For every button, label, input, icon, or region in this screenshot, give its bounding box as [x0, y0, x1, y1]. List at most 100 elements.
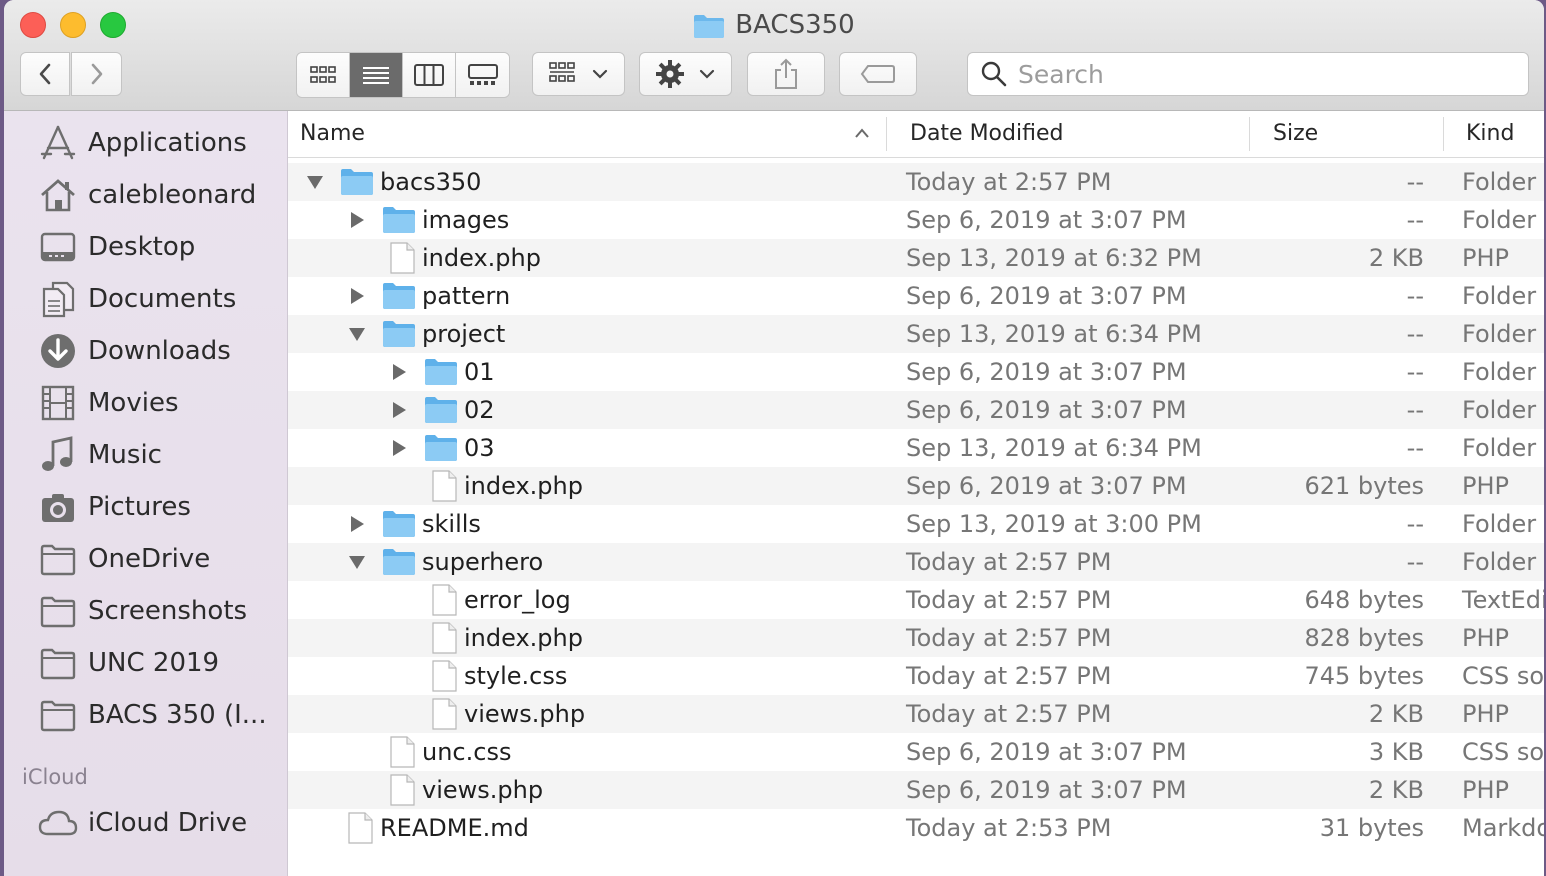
table-row[interactable]: skills Sep 13, 2019 at 3:00 PM -- Folder — [288, 505, 1544, 543]
table-row[interactable]: unc.css Sep 6, 2019 at 3:07 PM 3 KB CSS so — [288, 733, 1544, 771]
disclosure-expanded-icon[interactable] — [348, 325, 366, 343]
gallery-view-button[interactable] — [456, 53, 509, 97]
file-name: style.css — [464, 662, 568, 690]
table-row[interactable]: views.php Sep 6, 2019 at 3:07 PM 2 KB PHP — [288, 771, 1544, 809]
file-kind: Folder — [1462, 358, 1537, 386]
sidebar-item-calebleonard[interactable]: calebleonard — [4, 173, 287, 217]
cloud-icon — [38, 803, 78, 843]
file-size: 2 KB — [1368, 244, 1424, 272]
file-date-modified: Today at 2:53 PM — [906, 814, 1112, 842]
table-row[interactable]: 03 Sep 13, 2019 at 6:34 PM -- Folder — [288, 429, 1544, 467]
documents-icon — [38, 279, 78, 319]
file-size: -- — [1406, 358, 1424, 386]
column-header-name[interactable]: Name — [300, 111, 365, 157]
sidebar-item-screenshots[interactable]: Screenshots — [4, 589, 287, 633]
table-row[interactable]: 02 Sep 6, 2019 at 3:07 PM -- Folder — [288, 391, 1544, 429]
file-date-modified: Sep 13, 2019 at 3:00 PM — [906, 510, 1202, 538]
file-name: project — [422, 320, 506, 348]
table-row[interactable]: superhero Today at 2:57 PM -- Folder — [288, 543, 1544, 581]
grid-icon — [310, 66, 336, 83]
file-kind: CSS so — [1462, 662, 1544, 690]
file-icon — [430, 622, 464, 654]
group-by-button[interactable] — [532, 52, 625, 96]
disclosure-collapsed-icon[interactable] — [348, 211, 366, 229]
column-header-size[interactable]: Size — [1273, 111, 1318, 157]
sidebar-item-pictures[interactable]: Pictures — [4, 485, 287, 529]
file-kind: Folder — [1462, 168, 1537, 196]
table-row[interactable]: bacs350 Today at 2:57 PM -- Folder — [288, 163, 1544, 201]
folder-icon — [424, 394, 458, 426]
table-row[interactable]: README.md Today at 2:53 PM 31 bytes Markdo — [288, 809, 1544, 847]
file-kind: PHP — [1462, 700, 1509, 728]
icon-view-button[interactable] — [297, 53, 350, 97]
sidebar-item-movies[interactable]: Movies — [4, 381, 287, 425]
folder-icon — [694, 14, 725, 38]
disclosure-collapsed-icon[interactable] — [390, 363, 408, 381]
table-row[interactable]: images Sep 6, 2019 at 3:07 PM -- Folder — [288, 201, 1544, 239]
pictures-icon — [38, 487, 78, 527]
folder-icon — [382, 508, 416, 540]
sidebar-item-applications[interactable]: Applications — [4, 121, 287, 165]
finder-window: BACS350 Search Applications calebleonard… — [4, 0, 1544, 876]
column-header-kind[interactable]: Kind — [1466, 111, 1514, 157]
sidebar-item-desktop[interactable]: Desktop — [4, 225, 287, 269]
sidebar-item-downloads[interactable]: Downloads — [4, 329, 287, 373]
view-mode-control — [296, 52, 510, 98]
list-view-button[interactable] — [350, 53, 403, 97]
table-row[interactable]: index.php Sep 6, 2019 at 3:07 PM 621 bytes… — [288, 467, 1544, 505]
sidebar-item-unc-2019[interactable]: UNC 2019 — [4, 641, 287, 685]
back-button[interactable] — [20, 52, 70, 96]
disclosure-expanded-icon[interactable] — [306, 173, 324, 191]
disclosure-expanded-icon[interactable] — [348, 553, 366, 571]
folder-icon — [340, 166, 374, 198]
sidebar-section-heading: iCloud — [22, 765, 88, 789]
action-menu-button[interactable] — [639, 52, 732, 96]
disclosure-collapsed-icon[interactable] — [348, 287, 366, 305]
search-field[interactable] — [967, 52, 1529, 96]
sidebar-item-onedrive[interactable]: OneDrive — [4, 537, 287, 581]
music-icon — [38, 435, 78, 475]
sidebar-item-label: Screenshots — [88, 596, 248, 626]
disclosure-collapsed-icon[interactable] — [390, 401, 408, 419]
sidebar-item-music[interactable]: Music — [4, 433, 287, 477]
table-row[interactable]: style.css Today at 2:57 PM 745 bytes CSS so — [288, 657, 1544, 695]
file-kind: TextEdi — [1462, 586, 1544, 614]
file-date-modified: Today at 2:57 PM — [906, 624, 1112, 652]
table-row[interactable]: index.php Today at 2:57 PM 828 bytes PHP — [288, 619, 1544, 657]
file-size: 31 bytes — [1319, 814, 1424, 842]
share-button[interactable] — [747, 52, 825, 96]
chevron-right-icon — [91, 63, 102, 85]
sidebar-item-bacs-350[interactable]: BACS 350 (I... — [4, 693, 287, 737]
table-row[interactable]: index.php Sep 13, 2019 at 6:32 PM 2 KB PHP — [288, 239, 1544, 277]
sidebar-item-icloud-drive[interactable]: iCloud Drive — [4, 801, 287, 845]
folder-icon — [38, 695, 78, 735]
folder-icon — [382, 546, 416, 578]
table-row[interactable]: project Sep 13, 2019 at 6:34 PM -- Folder — [288, 315, 1544, 353]
desktop-icon — [38, 227, 78, 267]
chevron-down-icon — [699, 69, 714, 79]
sidebar-item-label: Documents — [88, 284, 237, 314]
column-view-button[interactable] — [403, 53, 456, 97]
forward-button[interactable] — [71, 52, 122, 96]
tags-button[interactable] — [839, 52, 917, 96]
folder-icon — [424, 356, 458, 388]
disclosure-collapsed-icon[interactable] — [390, 439, 408, 457]
file-name: unc.css — [422, 738, 512, 766]
file-name: views.php — [464, 700, 586, 728]
file-size: 3 KB — [1368, 738, 1424, 766]
column-header-date[interactable]: Date Modified — [910, 111, 1063, 157]
table-row[interactable]: pattern Sep 6, 2019 at 3:07 PM -- Folder — [288, 277, 1544, 315]
file-size: 621 bytes — [1304, 472, 1424, 500]
share-icon — [775, 58, 797, 89]
file-date-modified: Today at 2:57 PM — [906, 662, 1112, 690]
table-row[interactable]: views.php Today at 2:57 PM 2 KB PHP — [288, 695, 1544, 733]
search-input[interactable] — [1016, 58, 1500, 90]
file-size: 2 KB — [1368, 776, 1424, 804]
table-row[interactable]: 01 Sep 6, 2019 at 3:07 PM -- Folder — [288, 353, 1544, 391]
table-row[interactable]: error_log Today at 2:57 PM 648 bytes TextEd… — [288, 581, 1544, 619]
file-size: -- — [1406, 510, 1424, 538]
sidebar-item-documents[interactable]: Documents — [4, 277, 287, 321]
file-size: 2 KB — [1368, 700, 1424, 728]
gallery-icon — [467, 64, 498, 85]
disclosure-collapsed-icon[interactable] — [348, 515, 366, 533]
